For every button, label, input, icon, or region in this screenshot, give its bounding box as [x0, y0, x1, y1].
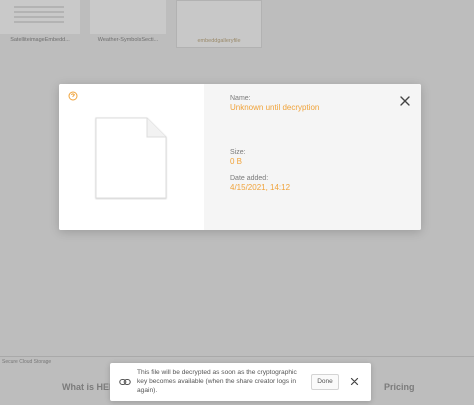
- nav-link-pricing[interactable]: Pricing: [384, 382, 415, 392]
- divider: [0, 356, 474, 357]
- close-icon[interactable]: [399, 95, 411, 107]
- field-date-added: Date added: 4/15/2021, 14:12: [230, 174, 290, 193]
- file-preview-panel: [59, 84, 204, 230]
- footer-text: Secure Cloud Storage: [2, 359, 52, 365]
- field-name: Name: Unknown until decryption: [230, 94, 319, 113]
- thumbnail-caption: embeddgalleryfile: [197, 38, 241, 44]
- thumbnail-caption: SatelliteimageEmbedd...: [10, 37, 70, 43]
- field-size: Size: 0 B: [230, 148, 246, 167]
- thumbnail-caption: Weather-SymbolsSecti...: [97, 37, 159, 43]
- done-button[interactable]: Done: [311, 374, 339, 390]
- file-icon: [95, 117, 167, 199]
- gallery-thumbnail[interactable]: Weather-SymbolsSecti...: [90, 0, 245, 48]
- date-added-value: 4/15/2021, 14:12: [230, 183, 291, 192]
- gallery-thumbnail-selected[interactable]: embeddgalleryfile: [176, 0, 262, 48]
- field-label: Size:: [230, 149, 246, 156]
- thumbnail-image: [0, 0, 80, 34]
- file-info-dialog: Name: Unknown until decryption Size: 0 B…: [59, 84, 421, 230]
- gallery-thumbnails: SatelliteimageEmbedd... Weather-SymbolsS…: [0, 0, 474, 48]
- file-size-value: 0 B: [230, 157, 243, 166]
- link-icon: [119, 378, 131, 386]
- file-details-panel: Name: Unknown until decryption Size: 0 B…: [204, 84, 421, 230]
- close-icon[interactable]: [350, 377, 359, 386]
- toast-message: This file will be decrypted as soon as t…: [137, 369, 297, 394]
- thumbnail-image: [90, 0, 245, 34]
- file-name-value: Unknown until decryption: [230, 103, 320, 112]
- brand-logo-icon: [68, 91, 78, 101]
- gallery-thumbnail[interactable]: SatelliteimageEmbedd...: [0, 0, 80, 48]
- field-label: Name:: [230, 95, 251, 102]
- field-label: Date added:: [230, 175, 269, 182]
- decryption-notice-toast: This file will be decrypted as soon as t…: [110, 363, 371, 401]
- thumbnail-image: [177, 1, 261, 35]
- thumbnail-text-preview: [14, 6, 64, 26]
